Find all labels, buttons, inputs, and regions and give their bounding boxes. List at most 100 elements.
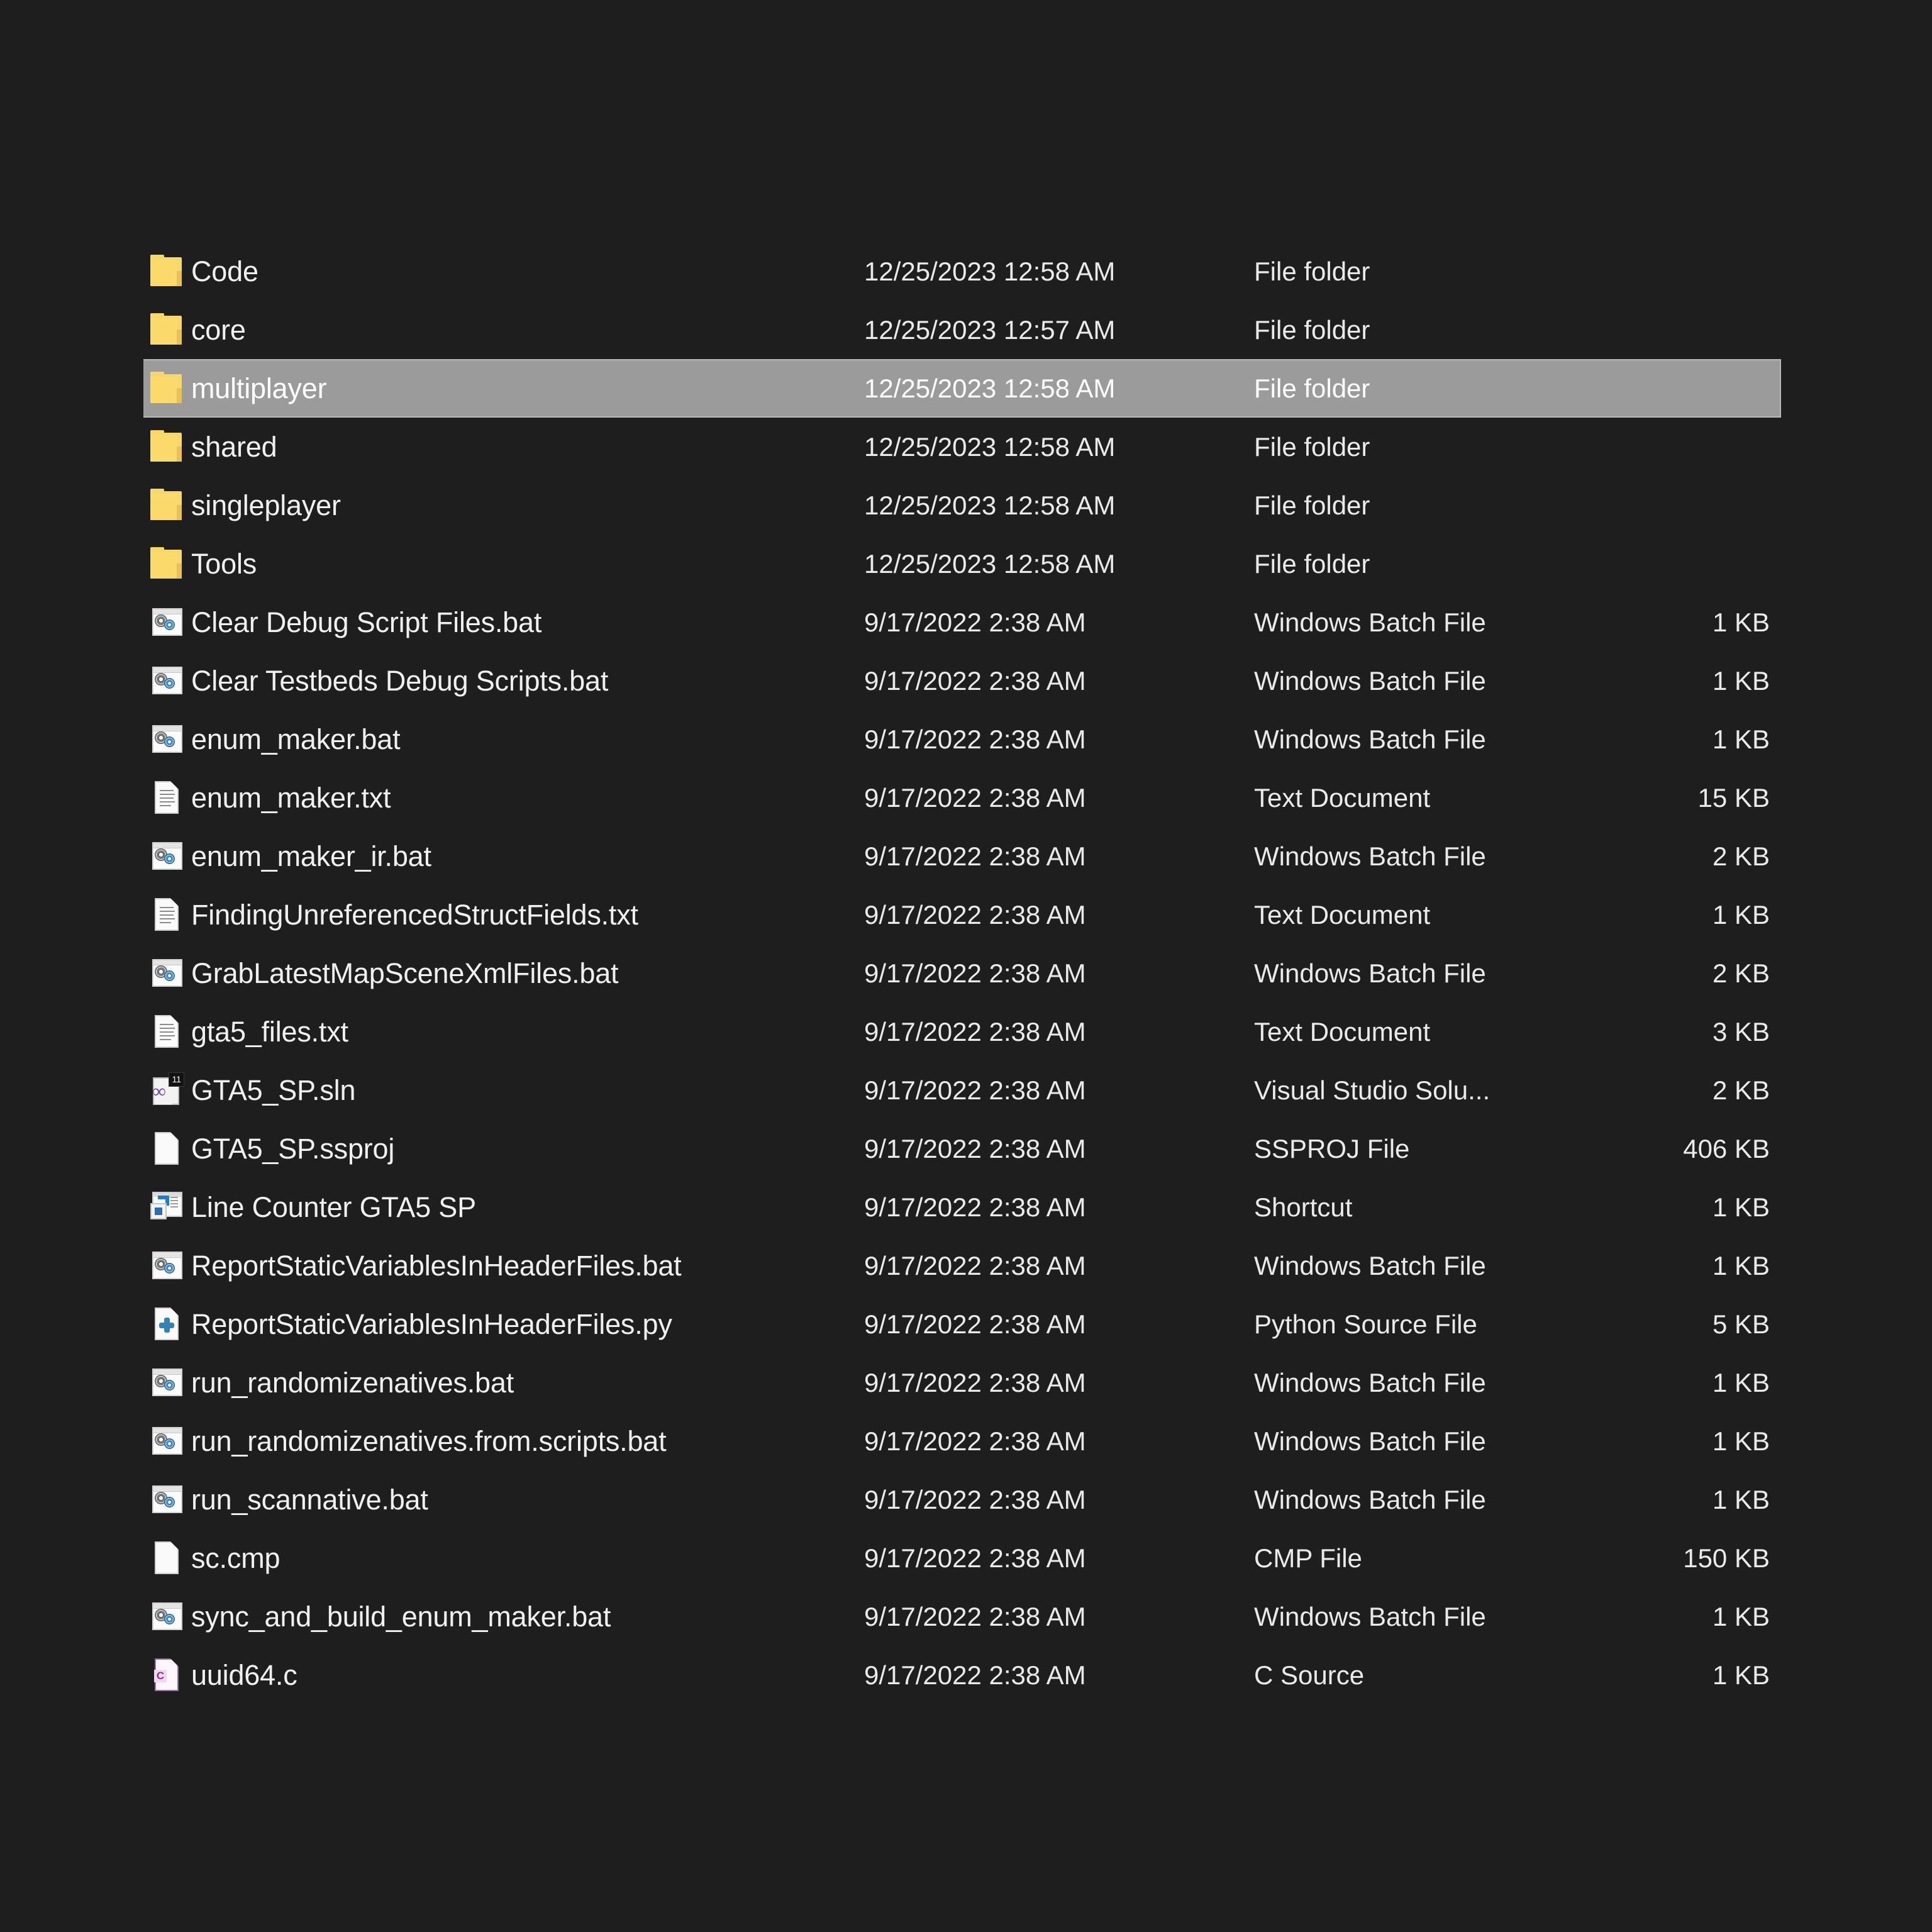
row-icon-cell bbox=[143, 769, 191, 827]
table-row[interactable]: multiplayer 12/25/2023 12:58 AM File folde… bbox=[143, 359, 1781, 418]
table-row[interactable]: run_randomizenatives.from.scripts.bat 9/1… bbox=[143, 1412, 1781, 1470]
file-list[interactable]: Code 12/25/2023 12:58 AM File folder core 12… bbox=[143, 242, 1781, 1704]
file-type: C Source bbox=[1254, 1660, 1365, 1690]
row-icon-cell bbox=[143, 1353, 191, 1412]
table-row[interactable]: ∞ 11 GTA5_SP.sln 9/17/2022 2:38 AM Visual St… bbox=[143, 1061, 1781, 1119]
file-type: Windows Batch File bbox=[1254, 665, 1486, 696]
table-row[interactable]: core 12/25/2023 12:57 AM File folder bbox=[143, 301, 1781, 359]
vs-version-badge: 11 bbox=[169, 1072, 184, 1087]
row-icon-cell bbox=[143, 242, 191, 301]
table-row[interactable]: Clear Testbeds Debug Scripts.bat 9/17/202… bbox=[143, 652, 1781, 710]
file-type: Windows Batch File bbox=[1254, 724, 1486, 754]
file-type: Windows Batch File bbox=[1254, 958, 1486, 988]
table-row[interactable]: sync_and_build_enum_maker.bat 9/17/2022 2… bbox=[143, 1587, 1781, 1646]
text-document-icon bbox=[149, 780, 186, 816]
table-row[interactable]: sc.cmp 9/17/2022 2:38 AM CMP File 150 KB bbox=[143, 1529, 1781, 1587]
text-document-icon bbox=[149, 1014, 186, 1050]
file-name: FindingUnreferencedStructFields.txt bbox=[191, 898, 638, 931]
row-icon-cell bbox=[143, 535, 191, 593]
file-size: 1 KB bbox=[1712, 1192, 1770, 1222]
row-icon-cell: ∞ 11 bbox=[143, 1061, 191, 1119]
table-row[interactable]: Line Counter GTA5 SP 9/17/2022 2:38 AM Sho… bbox=[143, 1178, 1781, 1236]
file-type: File folder bbox=[1254, 490, 1370, 520]
batch-file-icon bbox=[149, 1482, 186, 1518]
table-row[interactable]: ReportStaticVariablesInHeaderFiles.bat 9/… bbox=[143, 1236, 1781, 1295]
shortcut-icon bbox=[149, 1189, 186, 1226]
table-row[interactable]: run_randomizenatives.bat 9/17/2022 2:38 A… bbox=[143, 1353, 1781, 1412]
table-row[interactable]: run_scannative.bat 9/17/2022 2:38 AM Windo… bbox=[143, 1470, 1781, 1529]
row-icon-cell bbox=[143, 1412, 191, 1470]
date-modified: 9/17/2022 2:38 AM bbox=[864, 1543, 1086, 1573]
batch-file-icon bbox=[149, 663, 186, 699]
date-modified: 9/17/2022 2:38 AM bbox=[864, 1484, 1086, 1514]
file-name: uuid64.c bbox=[191, 1658, 297, 1691]
row-icon-cell bbox=[143, 359, 191, 418]
file-explorer-details-view: Code 12/25/2023 12:58 AM File folder core 12… bbox=[0, 0, 1932, 1932]
table-row[interactable]: enum_maker_ir.bat 9/17/2022 2:38 AM Window… bbox=[143, 827, 1781, 886]
file-name: run_randomizenatives.bat bbox=[191, 1366, 514, 1399]
table-row[interactable]: singleplayer 12/25/2023 12:58 AM File fold… bbox=[143, 476, 1781, 535]
file-name: Clear Debug Script Files.bat bbox=[191, 606, 542, 638]
file-size: 1 KB bbox=[1712, 607, 1770, 637]
batch-file-icon bbox=[149, 1423, 186, 1460]
date-modified: 9/17/2022 2:38 AM bbox=[864, 1309, 1086, 1339]
file-name: run_scannative.bat bbox=[191, 1483, 428, 1516]
date-modified: 9/17/2022 2:38 AM bbox=[864, 1075, 1086, 1105]
table-row[interactable]: shared 12/25/2023 12:58 AM File folder bbox=[143, 418, 1781, 476]
table-row[interactable]: GTA5_SP.ssproj 9/17/2022 2:38 AM SSPROJ Fi… bbox=[143, 1119, 1781, 1178]
file-name: multiplayer bbox=[191, 372, 327, 404]
file-type: File folder bbox=[1254, 373, 1370, 403]
date-modified: 9/17/2022 2:38 AM bbox=[864, 1250, 1086, 1280]
date-modified: 9/17/2022 2:38 AM bbox=[864, 1016, 1086, 1046]
file-type: Shortcut bbox=[1254, 1192, 1353, 1222]
file-name: Code bbox=[191, 255, 258, 287]
folder-icon bbox=[149, 253, 186, 290]
table-row[interactable]: enum_maker.bat 9/17/2022 2:38 AM Windows B… bbox=[143, 710, 1781, 769]
date-modified: 12/25/2023 12:58 AM bbox=[864, 373, 1116, 403]
date-modified: 9/17/2022 2:38 AM bbox=[864, 724, 1086, 754]
table-row[interactable]: gta5_files.txt 9/17/2022 2:38 AM Text Docu… bbox=[143, 1002, 1781, 1061]
date-modified: 9/17/2022 2:38 AM bbox=[864, 958, 1086, 988]
row-icon-cell bbox=[143, 886, 191, 944]
table-row[interactable]: Code 12/25/2023 12:58 AM File folder bbox=[143, 242, 1781, 301]
table-row[interactable]: Cuuid64.c 9/17/2022 2:38 AM C Source 1 KB bbox=[143, 1646, 1781, 1704]
file-size: 1 KB bbox=[1712, 1601, 1770, 1631]
table-row[interactable]: ReportStaticVariablesInHeaderFiles.py 9/1… bbox=[143, 1295, 1781, 1353]
batch-file-icon bbox=[149, 955, 186, 992]
file-type: File folder bbox=[1254, 314, 1370, 345]
table-row[interactable]: Clear Debug Script Files.bat 9/17/2022 2:… bbox=[143, 593, 1781, 652]
file-type: SSPROJ File bbox=[1254, 1133, 1410, 1163]
file-type: Windows Batch File bbox=[1254, 1367, 1486, 1397]
c-source-icon: C bbox=[149, 1657, 186, 1694]
row-icon-cell bbox=[143, 827, 191, 886]
file-size: 406 KB bbox=[1683, 1133, 1770, 1163]
date-modified: 9/17/2022 2:38 AM bbox=[864, 1367, 1086, 1397]
file-type: Windows Batch File bbox=[1254, 1484, 1486, 1514]
plain-file-icon bbox=[149, 1540, 186, 1577]
table-row[interactable]: enum_maker.txt 9/17/2022 2:38 AM Text Docu… bbox=[143, 769, 1781, 827]
date-modified: 9/17/2022 2:38 AM bbox=[864, 607, 1086, 637]
file-name: GTA5_SP.sln bbox=[191, 1074, 356, 1106]
file-type: Windows Batch File bbox=[1254, 1426, 1486, 1456]
file-size: 5 KB bbox=[1712, 1309, 1770, 1339]
date-modified: 9/17/2022 2:38 AM bbox=[864, 1426, 1086, 1456]
file-type: Windows Batch File bbox=[1254, 841, 1486, 871]
row-icon-cell bbox=[143, 1178, 191, 1236]
batch-file-icon bbox=[149, 604, 186, 641]
date-modified: 12/25/2023 12:58 AM bbox=[864, 490, 1116, 520]
row-icon-cell bbox=[143, 1470, 191, 1529]
folder-icon bbox=[149, 370, 186, 407]
batch-file-icon bbox=[149, 838, 186, 875]
file-type: Text Document bbox=[1254, 782, 1431, 813]
date-modified: 9/17/2022 2:38 AM bbox=[864, 1192, 1086, 1222]
file-name: singleplayer bbox=[191, 489, 341, 521]
file-size: 1 KB bbox=[1712, 724, 1770, 754]
table-row[interactable]: Tools 12/25/2023 12:58 AM File folder bbox=[143, 535, 1781, 593]
file-type: File folder bbox=[1254, 256, 1370, 286]
folder-icon bbox=[149, 312, 186, 348]
plain-file-icon bbox=[149, 1131, 186, 1167]
row-icon-cell bbox=[143, 1295, 191, 1353]
table-row[interactable]: GrabLatestMapSceneXmlFiles.bat 9/17/2022 … bbox=[143, 944, 1781, 1002]
table-row[interactable]: FindingUnreferencedStructFields.txt 9/17/… bbox=[143, 886, 1781, 944]
file-name: run_randomizenatives.from.scripts.bat bbox=[191, 1424, 667, 1457]
